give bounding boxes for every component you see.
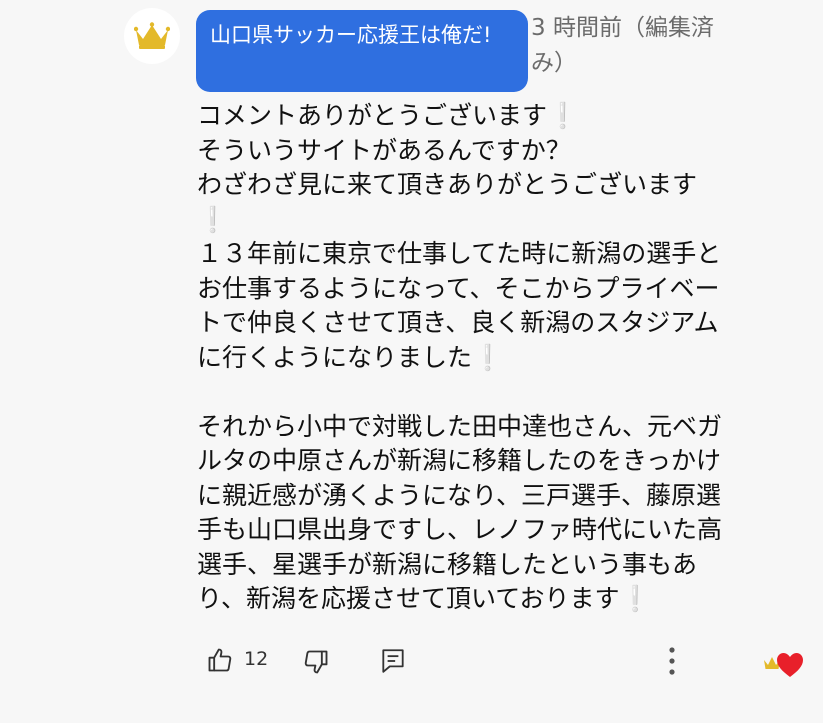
- reply-button[interactable]: [377, 645, 409, 677]
- paragraph-2: １３年前に東京で仕事してた時に新潟の選手と お仕事するようになって、そこからプラ…: [197, 237, 797, 375]
- more-vertical-icon: [669, 647, 675, 675]
- creator-heart-badge: [762, 646, 804, 680]
- comment-line: ルタの中原さんが新潟に移籍したのをきっかけ: [197, 446, 722, 475]
- like-count: 12: [244, 648, 269, 670]
- reply-icon: [382, 649, 404, 673]
- crown-icon: [134, 22, 170, 49]
- exclamation-icon: ❕: [619, 584, 651, 613]
- exclamation-icon: ❕: [547, 101, 579, 130]
- thumbs-down-icon: [304, 650, 328, 674]
- exclamation-icon: ❕: [197, 204, 229, 234]
- comment-line: 選手、星選手が新潟に移籍したという事もあ: [197, 549, 698, 579]
- comment-body: コメントありがとうございます❕ そういうサイトがあるんですか？ わざわざ見に来て…: [197, 99, 797, 617]
- comment-line: ❕: [197, 203, 797, 238]
- comment-line: に行くようになりました❕: [197, 342, 504, 372]
- paragraph-3: それから小中で対戦した田中達也さん、元ベガ ルタの中原さんが新潟に移籍したのをき…: [197, 410, 797, 617]
- creator-heart-icon: [764, 653, 803, 677]
- comment-line: に親近感が湧くようになり、三戸選手、藤原選: [197, 480, 722, 510]
- comment-line: コメントありがとうございます❕: [197, 101, 579, 130]
- comment-line: わざわざ見に来て頂きありがとうございます: [197, 170, 698, 199]
- exclamation-icon: ❕: [472, 342, 504, 372]
- author-name-badge[interactable]: 山口県サッカー応援王は俺だ!: [196, 10, 528, 92]
- comment-line: お仕事するようになって、そこからプライベー: [197, 273, 720, 303]
- thumbs-up-icon: [208, 648, 232, 672]
- comment-action-bar: 12: [0, 636, 823, 686]
- paragraph-1: コメントありがとうございます❕ そういうサイトがあるんですか？ わざわざ見に来て…: [197, 99, 797, 237]
- comment-line: 手も山口県出身ですし、レノファ時代にいた高: [197, 515, 723, 544]
- author-name: 山口県サッカー応援王は俺だ!: [210, 23, 492, 47]
- dislike-button[interactable]: [300, 646, 332, 678]
- comment-line: り、新潟を応援させて頂いております❕: [197, 584, 651, 613]
- comment-line: トで仲良くさせて頂き、良く新潟のスタジアム: [197, 308, 719, 337]
- comment-line: １３年前に東京で仕事してた時に新潟の選手と: [197, 239, 722, 268]
- timestamp[interactable]: 3 時間前（編集済み）: [531, 11, 741, 81]
- comment-line: それから小中で対戦した田中達也さん、元ベガ: [197, 411, 723, 441]
- like-button[interactable]: [204, 644, 236, 676]
- more-options-button[interactable]: [658, 642, 686, 680]
- avatar[interactable]: [124, 8, 180, 64]
- comment-line: そういうサイトがあるんですか？: [197, 135, 571, 165]
